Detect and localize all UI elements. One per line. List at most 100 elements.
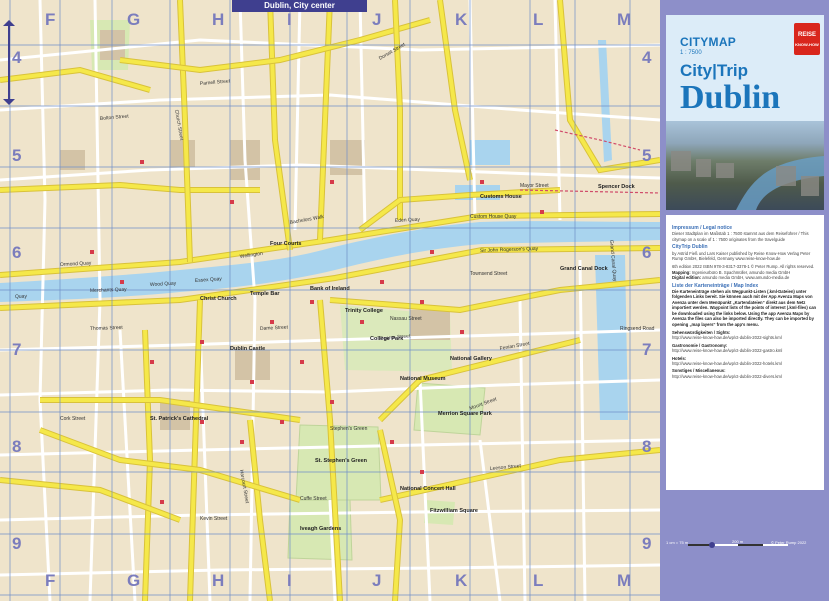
street-label: Cuffe Street	[300, 496, 327, 502]
link-sights[interactable]: http://www.reise-know-how.de/wp/ct-dubli…	[672, 335, 818, 340]
street-label: Eden Quay	[395, 217, 421, 224]
street-label: Quay	[15, 294, 28, 300]
scale-mid: 200 m	[732, 539, 744, 544]
poi-marker[interactable]	[360, 320, 364, 324]
place-label[interactable]: Grand Canal Dock	[560, 266, 609, 272]
poi-marker[interactable]	[230, 200, 234, 204]
street-label: Ringsend Road	[620, 326, 655, 332]
place-label[interactable]: Spencer Dock	[598, 184, 636, 190]
place-label[interactable]: College Park	[370, 336, 404, 342]
place-label[interactable]: National Gallery	[450, 356, 493, 362]
place-label[interactable]: Four Courts	[270, 241, 301, 247]
link-hotels[interactable]: http://www.reise-know-how.de/wp/ct-dubli…	[672, 361, 818, 366]
place-label[interactable]: National Concert Hall	[400, 486, 456, 492]
place-label[interactable]: St. Patrick's Cathedral	[150, 416, 209, 422]
link-misc[interactable]: http://www.reise-know-how.de/wp/ct-dubli…	[672, 374, 818, 379]
north-arrow-icon	[2, 20, 16, 105]
guide-cover: CITYMAP 1 : 7500 City|Trip Dublin REISE …	[666, 15, 824, 210]
grid-letter-top: J	[372, 10, 382, 29]
info-text-index: Die Karteneinträge stehen als Wegpunkt-L…	[672, 289, 817, 327]
poi-marker[interactable]	[150, 360, 154, 364]
grid-letter-bottom: H	[212, 571, 225, 590]
city-map[interactable]: Quay Merchants Quay Wood Quay Essex Quay Orm…	[0, 0, 660, 601]
street-label: Cork Street	[60, 416, 86, 422]
poi-marker[interactable]	[240, 440, 244, 444]
grid-number-right: 7	[642, 340, 652, 359]
cover-city: Dublin	[680, 79, 781, 116]
poi-marker[interactable]	[420, 470, 424, 474]
minor-road	[358, 0, 367, 231]
grid-number-left: 7	[12, 340, 22, 359]
cover-brand: City|Trip	[680, 61, 749, 80]
grid-letter-top: K	[455, 10, 468, 29]
place-label[interactable]: Merrion Square Park	[438, 411, 493, 417]
grid-number-left: 8	[12, 437, 22, 456]
grid-number-left: 6	[12, 243, 22, 262]
grid-letter-bottom: J	[372, 571, 382, 590]
grid-letter-top: L	[533, 10, 544, 29]
poi-marker[interactable]	[250, 380, 254, 384]
minor-road	[198, 329, 212, 601]
place-label[interactable]: Fitzwilliam Square	[430, 508, 478, 514]
place-label[interactable]: Christ Church	[200, 296, 237, 302]
grid-number-right: 8	[642, 437, 652, 456]
grid-number-right: 5	[642, 146, 652, 165]
major-road	[379, 448, 660, 502]
street-label: Stephen's Green	[330, 426, 368, 432]
major-road-casing	[0, 66, 151, 93]
grid-letter-bottom: M	[617, 571, 632, 590]
major-road	[318, 0, 332, 241]
place-label[interactable]: St. Stephen's Green	[315, 458, 368, 464]
minor-road	[88, 0, 102, 601]
street-label: Parnell Street	[200, 78, 231, 87]
poi-marker[interactable]	[430, 250, 434, 254]
info-mapping-label: Mapping:	[672, 269, 691, 275]
poi-marker[interactable]	[480, 180, 484, 184]
minor-road	[0, 563, 660, 577]
place-label[interactable]: Dublin Castle	[230, 346, 265, 352]
poi-marker[interactable]	[270, 320, 274, 324]
grid-letter-top: M	[617, 10, 632, 29]
poi-marker[interactable]	[330, 180, 334, 184]
poi-marker[interactable]	[420, 300, 424, 304]
place-label[interactable]: Customs House	[480, 194, 522, 200]
street-label: Townsend Street	[470, 271, 508, 277]
minor-road	[553, 0, 562, 221]
poi-marker[interactable]	[310, 300, 314, 304]
place-label[interactable]: Iveagh Gardens	[300, 526, 341, 532]
grid-letter-bottom: F	[45, 571, 56, 590]
poi-marker[interactable]	[460, 330, 464, 334]
place-label[interactable]: Bank of Ireland	[310, 286, 350, 292]
royal-canal	[598, 40, 612, 162]
poi-marker[interactable]	[390, 440, 394, 444]
grid-letter-top: F	[45, 10, 56, 29]
poi-marker[interactable]	[280, 420, 284, 424]
legal-notice-panel: Impressum / Legal notice Dieser Stadtpla…	[666, 215, 824, 490]
poi-marker[interactable]	[120, 280, 124, 284]
place-label[interactable]: National Museum	[400, 376, 446, 382]
poi-marker[interactable]	[200, 420, 204, 424]
grid-number-left: 5	[12, 146, 22, 165]
grid-letter-top: G	[127, 10, 141, 29]
poi-marker[interactable]	[300, 360, 304, 364]
poi-marker[interactable]	[200, 340, 204, 344]
map-canvas[interactable]: QuayMerchants QuayWood QuayEssex QuayOrm…	[0, 0, 660, 601]
poi-marker[interactable]	[540, 210, 544, 214]
minor-road	[238, 0, 257, 601]
grid-letter-bottom: L	[533, 571, 544, 590]
minor-road	[118, 329, 137, 601]
minor-road	[478, 439, 502, 601]
info-mapping: Ingenieurbüro B. Spachmüller, amundo med…	[691, 269, 791, 275]
grid-letter-top: I	[287, 10, 292, 29]
link-gastro[interactable]: http://www.reise-know-how.de/wp/ct-dubli…	[672, 348, 818, 353]
street-label: Bolton Street	[100, 113, 130, 122]
info-text-1: Dieser Stadtplan im Maßstab 1 : 7500 sta…	[672, 231, 809, 242]
place-label[interactable]: Trinity College	[345, 308, 383, 314]
poi-marker[interactable]	[160, 500, 164, 504]
poi-marker[interactable]	[380, 280, 384, 284]
poi-marker[interactable]	[330, 400, 334, 404]
street-label: Mayor Street	[520, 183, 549, 189]
poi-marker[interactable]	[90, 250, 94, 254]
place-label[interactable]: Temple Bar	[250, 291, 280, 297]
poi-marker[interactable]	[140, 160, 144, 164]
